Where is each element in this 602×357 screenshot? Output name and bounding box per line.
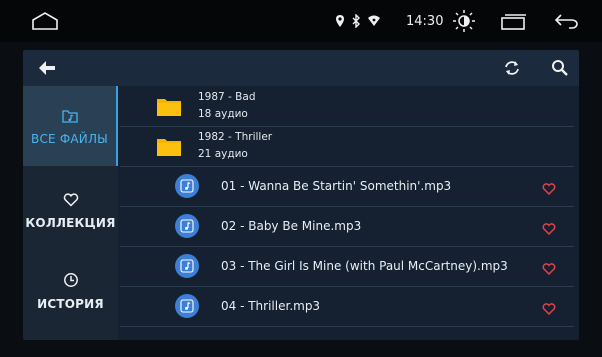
- refresh-icon[interactable]: [503, 59, 521, 81]
- sidebar-item-label: ИСТОРИЯ: [37, 297, 104, 311]
- favorite-heart-icon[interactable]: [542, 260, 556, 279]
- folder-icon: [157, 97, 181, 120]
- track-title: 01 - Wanna Be Startin' Somethin'.mp3: [221, 179, 452, 193]
- toolbar: [23, 50, 579, 86]
- sidebar-item-label: КОЛЛЕКЦИЯ: [25, 216, 116, 230]
- music-folder-icon: [23, 86, 116, 127]
- file-list: 1987 - Bad 18 аудио 1982 - Thriller 21 а…: [120, 86, 579, 340]
- track-item[interactable]: 03 - The Girl Is Mine (with Paul McCartn…: [120, 247, 574, 287]
- heart-outline-icon: [23, 178, 118, 211]
- favorite-heart-icon[interactable]: [542, 180, 556, 199]
- folder-count: 21 аудио: [198, 148, 248, 160]
- wifi-icon: [368, 15, 380, 26]
- folder-name: 1982 - Thriller: [198, 131, 273, 143]
- recent-apps-icon[interactable]: [500, 13, 528, 35]
- music-browser-panel: ВСЕ ФАЙЛЫ КОЛЛЕКЦИЯ ИСТОРИЯ 1987 - Bad 1…: [23, 50, 579, 340]
- track-item[interactable]: 04 - Thriller.mp3: [120, 287, 574, 327]
- folder-name: 1987 - Bad: [198, 91, 256, 103]
- folder-icon: [157, 137, 181, 160]
- folder-item[interactable]: 1987 - Bad 18 аудио: [120, 86, 574, 127]
- clock-icon: [23, 258, 118, 292]
- home-icon[interactable]: [30, 11, 60, 35]
- bluetooth-icon: [352, 14, 360, 28]
- sidebar-item-history[interactable]: ИСТОРИЯ: [23, 258, 118, 328]
- sidebar-item-all-files[interactable]: ВСЕ ФАЙЛЫ: [23, 86, 118, 166]
- status-icons: [335, 14, 381, 28]
- sidebar-item-collection[interactable]: КОЛЛЕКЦИЯ: [23, 178, 118, 248]
- music-note-icon: [175, 294, 199, 318]
- status-bar: 14:30: [0, 0, 602, 42]
- system-back-icon[interactable]: [553, 12, 581, 34]
- clock-time: 14:30: [406, 14, 444, 29]
- favorite-heart-icon[interactable]: [542, 220, 556, 239]
- folder-count: 18 аудио: [198, 108, 248, 120]
- track-item[interactable]: 01 - Wanna Be Startin' Somethin'.mp3: [120, 167, 574, 207]
- favorite-heart-icon[interactable]: [542, 300, 556, 319]
- music-note-icon: [175, 174, 199, 198]
- track-title: 04 - Thriller.mp3: [221, 299, 321, 313]
- brightness-icon[interactable]: [451, 9, 477, 37]
- folder-item[interactable]: 1982 - Thriller 21 аудио: [120, 126, 574, 167]
- sidebar: ВСЕ ФАЙЛЫ КОЛЛЕКЦИЯ ИСТОРИЯ: [23, 86, 118, 340]
- track-title: 03 - The Girl Is Mine (with Paul McCartn…: [221, 259, 508, 273]
- music-note-icon: [175, 254, 199, 278]
- track-item[interactable]: 02 - Baby Be Mine.mp3: [120, 207, 574, 247]
- track-title: 02 - Baby Be Mine.mp3: [221, 219, 362, 233]
- back-arrow-icon[interactable]: [37, 60, 57, 80]
- sidebar-item-label: ВСЕ ФАЙЛЫ: [31, 132, 108, 146]
- location-icon: [336, 15, 344, 27]
- music-note-icon: [175, 214, 199, 238]
- search-icon[interactable]: [551, 59, 569, 81]
